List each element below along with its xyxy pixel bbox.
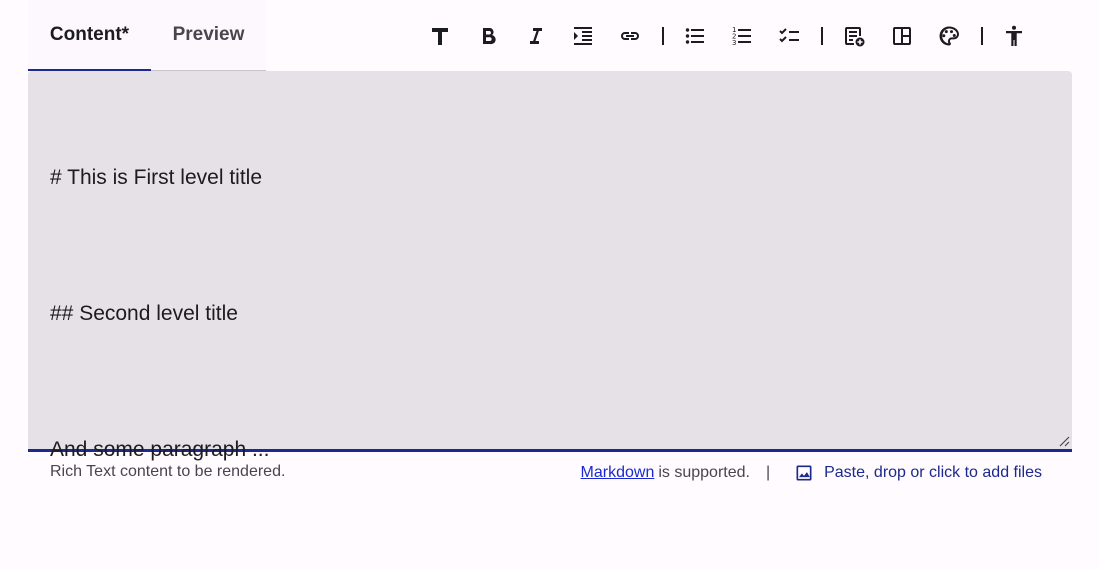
editor-line: # This is First level title [50,166,262,189]
formatting-toolbar: 123 [424,20,1045,52]
numbered-list-button[interactable]: 123 [726,20,758,52]
italic-button[interactable] [519,20,551,52]
markdown-editor: Content* Preview 123 # This is First lev… [28,0,1072,492]
editor-textarea[interactable]: # This is First level title ## Second le… [50,93,1040,461]
bold-icon [482,27,496,45]
editor-tabs: Content* Preview [28,0,266,71]
add-files-label: Paste, drop or click to add files [824,464,1042,481]
task-list-icon [778,28,799,43]
columns-button[interactable] [886,20,918,52]
insert-block-button[interactable] [838,20,870,52]
svg-text:3: 3 [732,39,736,47]
resize-handle-icon[interactable] [1058,435,1070,447]
bullet-list-button[interactable] [679,20,711,52]
link-icon [621,32,639,40]
palette-button[interactable] [933,20,965,52]
editor-footer: Rich Text content to be rendered. Markdo… [28,452,1072,492]
numbered-list-icon: 123 [732,26,751,47]
editor-line: ## Second level title [50,302,238,325]
markdown-link[interactable]: Markdown [581,464,655,482]
editor-header: Content* Preview 123 [28,0,1072,71]
bullet-list-icon [685,28,704,44]
palette-icon [939,26,959,46]
heading-icon [432,28,448,45]
insert-block-icon [845,27,865,47]
task-list-button[interactable] [774,20,806,52]
heading-button[interactable] [424,20,456,52]
toolbar-divider [980,27,983,45]
tab-preview[interactable]: Preview [151,0,266,70]
editor-textarea-container: # This is First level title ## Second le… [28,71,1072,461]
toolbar-divider [661,27,664,45]
add-files-button[interactable]: Paste, drop or click to add files [794,463,1042,483]
accessibility-button[interactable] [998,20,1030,52]
indent-icon [573,27,592,45]
bold-button[interactable] [472,20,504,52]
helper-text: Rich Text content to be rendered. [50,463,286,480]
indent-button[interactable] [567,20,599,52]
markdown-supported-text: is supported. [658,464,750,481]
columns-icon [892,27,911,45]
accessibility-icon [1005,25,1022,46]
tab-content[interactable]: Content* [28,0,151,71]
footer-actions: Markdown is supported. | Paste, drop or … [581,462,1042,484]
image-icon [796,465,812,481]
toolbar-divider [821,27,823,45]
footer-separator: | [765,464,771,481]
italic-icon [530,28,542,44]
link-button[interactable] [614,20,646,52]
